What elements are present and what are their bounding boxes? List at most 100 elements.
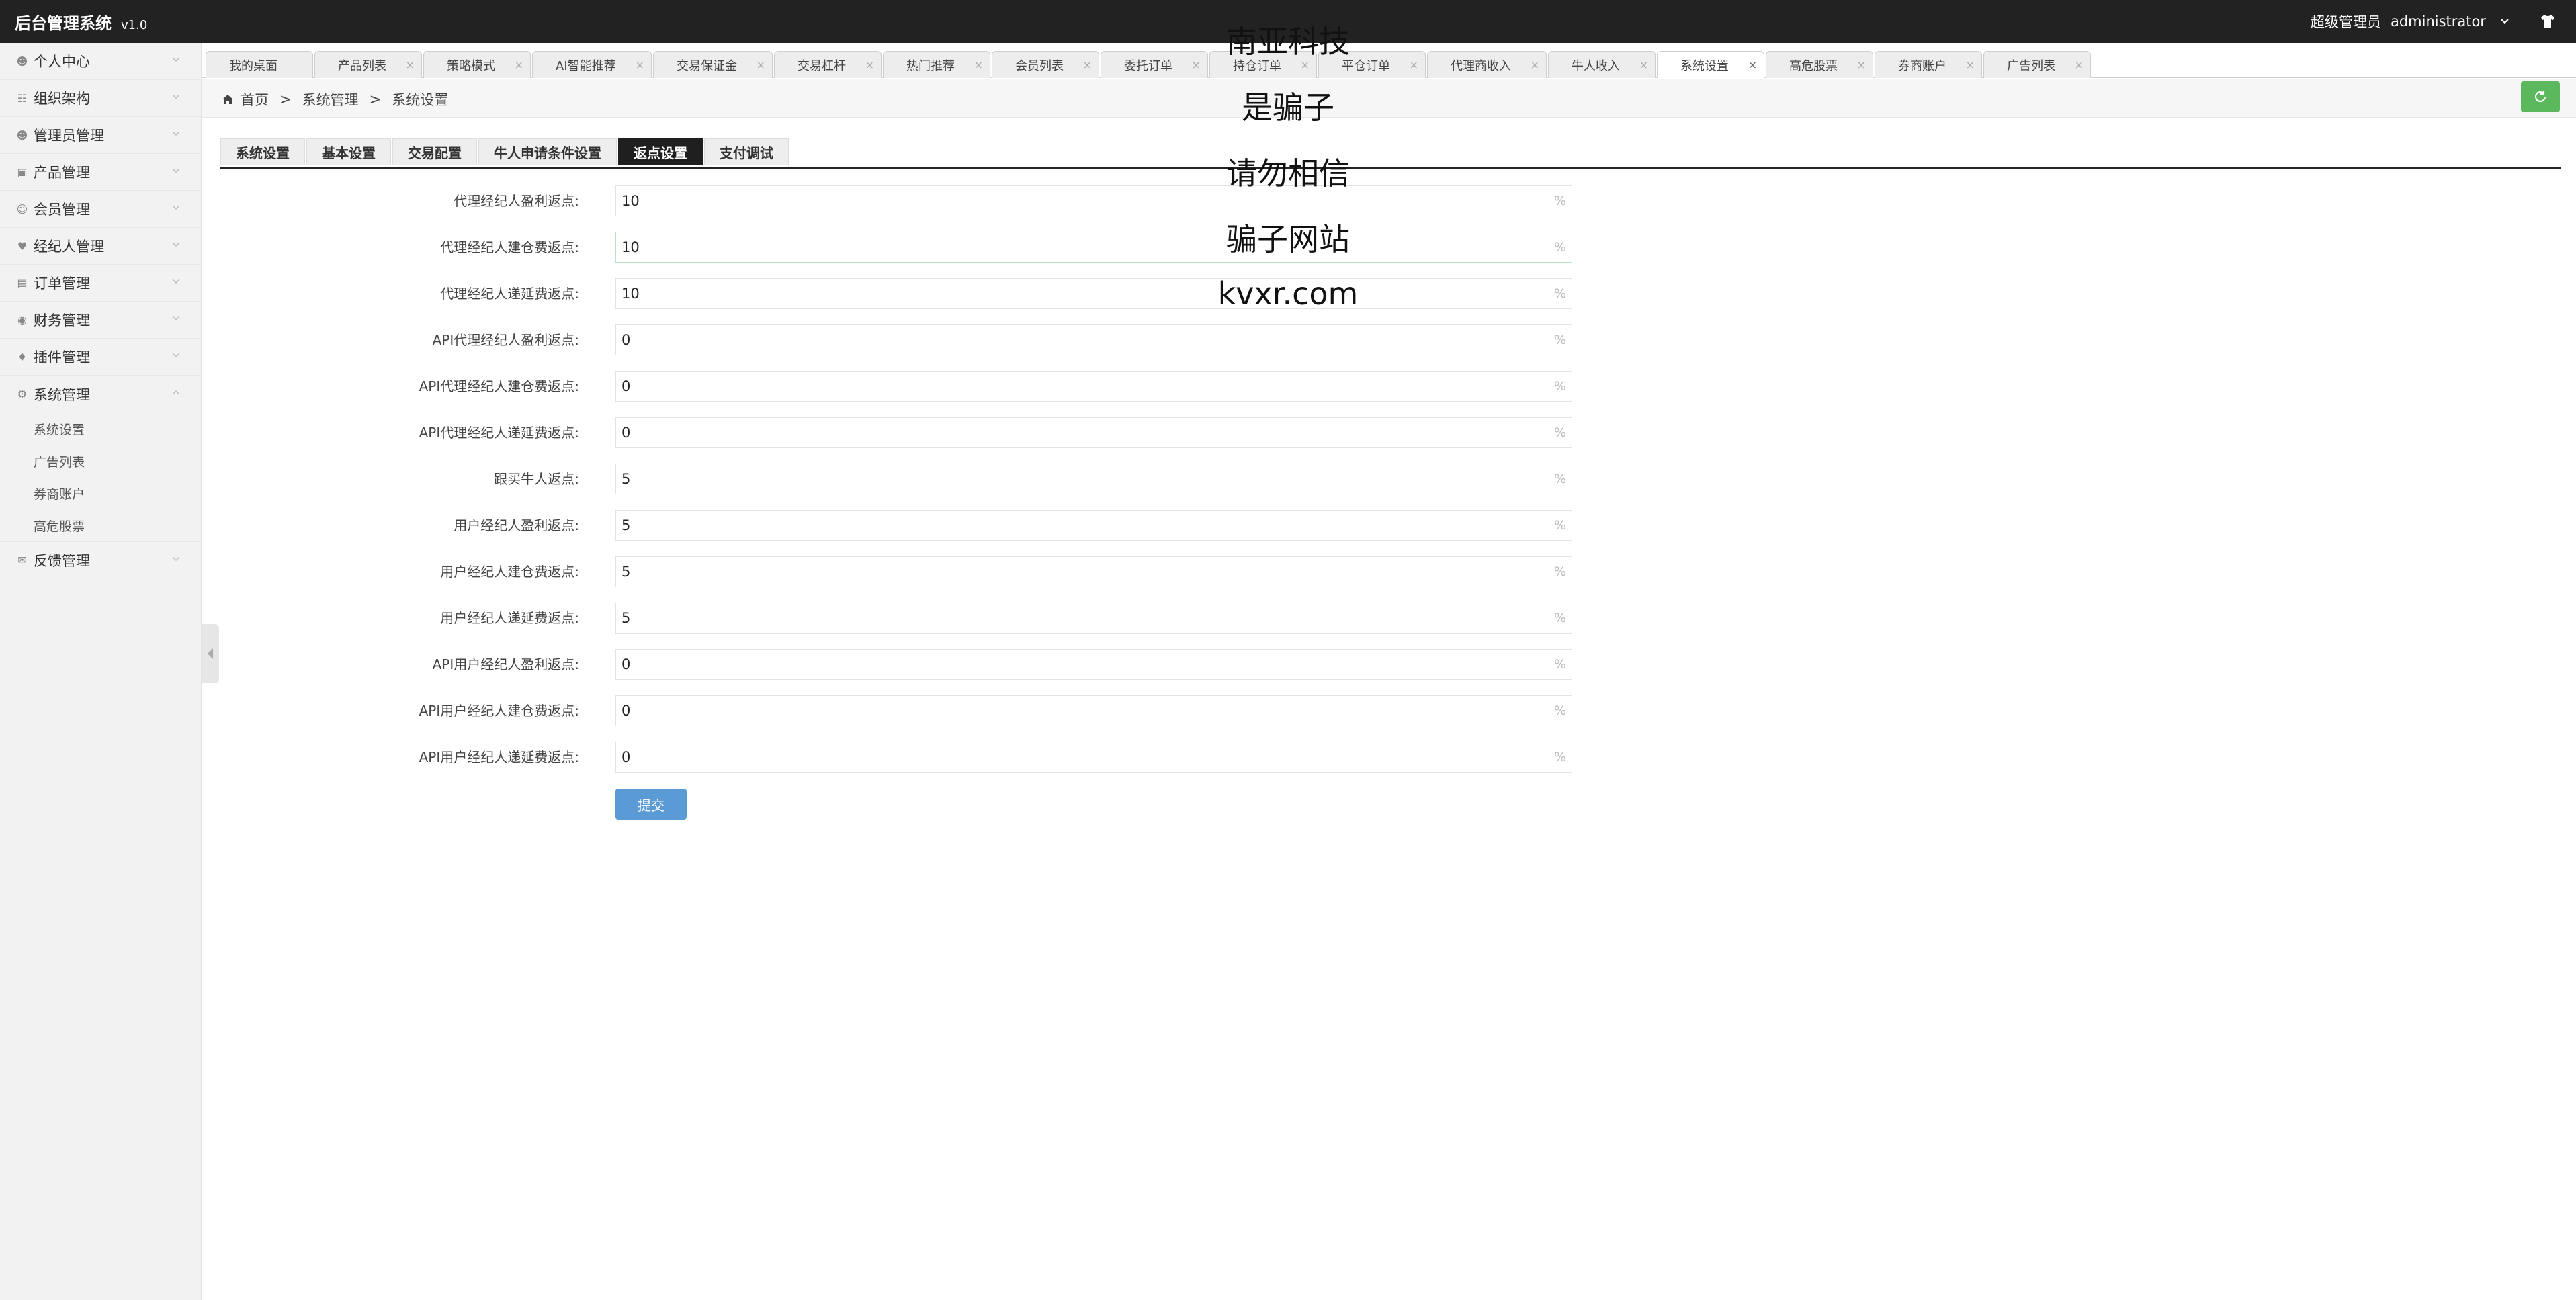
sidebar-item-personal[interactable]: ☻ 个人中心: [0, 43, 201, 80]
follow-expert-rebate-input[interactable]: [616, 464, 1549, 494]
sidebar-item-org[interactable]: ☷ 组织架构: [0, 80, 201, 117]
field-box: %: [615, 371, 1572, 402]
sidebar-subitem-ad-list[interactable]: 广告列表: [0, 445, 201, 477]
percent-unit: %: [1553, 657, 1567, 672]
tab-leverage[interactable]: 交易杠杆 ×: [774, 51, 882, 78]
sidebar-item-plugin[interactable]: ♦ 插件管理: [0, 339, 201, 376]
percent-unit: %: [1553, 564, 1567, 579]
close-icon[interactable]: ×: [1857, 58, 1866, 71]
tab-label: AI智能推荐: [556, 58, 616, 73]
close-icon[interactable]: ×: [1966, 58, 1975, 71]
breadcrumb-level2: 系统设置: [392, 92, 449, 108]
tab-strategy[interactable]: 策略模式 ×: [423, 51, 531, 78]
percent-unit: %: [1553, 518, 1567, 533]
close-icon[interactable]: ×: [865, 58, 874, 71]
settings-subtabs: 系统设置 基本设置 交易配置 牛人申请条件设置 返点设置 支付调试: [220, 138, 790, 165]
sidebar-item-order[interactable]: ▤ 订单管理: [0, 265, 201, 302]
chevron-down-icon: [172, 316, 180, 321]
sidebar-collapse-toggle[interactable]: [202, 624, 219, 683]
sidebar-subitem-system-settings[interactable]: 系统设置: [0, 413, 201, 445]
chevron-down-icon: [2501, 19, 2509, 24]
tab-label: 交易杠杆: [798, 58, 846, 73]
sidebar-item-feedback[interactable]: ✉ 反馈管理: [0, 541, 201, 578]
tab-label: 交易保证金: [677, 58, 737, 73]
chevron-down-icon: [172, 279, 180, 284]
subtab-basic-settings[interactable]: 基本设置: [306, 138, 391, 165]
close-icon[interactable]: ×: [406, 58, 415, 71]
api-agent-open-fee-rebate-input[interactable]: [616, 372, 1549, 401]
form-row: 用户经纪人建仓费返点: %: [220, 556, 1574, 587]
close-icon[interactable]: ×: [757, 58, 765, 71]
overlay-text: 南亚科技: [1226, 24, 1350, 60]
breadcrumb-separator: >: [369, 91, 382, 107]
tab-member-list[interactable]: 会员列表 ×: [992, 51, 1099, 78]
close-icon[interactable]: ×: [515, 58, 523, 71]
subtab-trade-config[interactable]: 交易配置: [392, 138, 477, 165]
tab-label: 系统设置: [1680, 58, 1729, 73]
api-user-broker-open-fee-rebate-input[interactable]: [616, 696, 1549, 726]
tab-margin[interactable]: 交易保证金 ×: [653, 51, 773, 78]
api-user-broker-profit-rebate-input[interactable]: [616, 650, 1549, 679]
finance-icon: ◉: [17, 313, 27, 327]
tab-risky-stocks[interactable]: 高危股票 ×: [1766, 51, 1873, 78]
tab-ai-recommend[interactable]: AI智能推荐 ×: [532, 51, 652, 78]
member-icon: ☺: [16, 202, 28, 216]
sidebar-item-product[interactable]: ▣ 产品管理: [0, 154, 201, 191]
close-icon[interactable]: ×: [1083, 58, 1092, 71]
sidebar-item-member[interactable]: ☺ 会员管理: [0, 191, 201, 228]
sidebar-item-label: 插件管理: [34, 349, 90, 365]
user-icon: ☻: [16, 54, 28, 68]
close-icon[interactable]: ×: [1748, 58, 1757, 71]
refresh-icon: [2534, 91, 2546, 103]
field-box: %: [615, 232, 1572, 263]
percent-unit: %: [1553, 379, 1567, 394]
sidebar-item-broker[interactable]: ♥ 经纪人管理: [0, 228, 201, 265]
api-agent-deferred-fee-rebate-input[interactable]: [616, 418, 1549, 447]
percent-unit: %: [1553, 472, 1567, 486]
chevron-down-icon: [172, 242, 180, 247]
field-label: 用户经纪人盈利返点:: [454, 517, 579, 533]
api-user-broker-deferred-fee-rebate-input[interactable]: [616, 742, 1549, 772]
close-icon[interactable]: ×: [974, 58, 983, 71]
refresh-button[interactable]: [2521, 81, 2560, 112]
sidebar-subitem-risky-stocks[interactable]: 高危股票: [0, 509, 201, 541]
subtab-payment-debug[interactable]: 支付调试: [704, 138, 789, 165]
tab-desktop[interactable]: 我的桌面: [206, 51, 313, 78]
sidebar-item-finance[interactable]: ◉ 财务管理: [0, 302, 201, 339]
field-label: 代理经纪人建仓费返点:: [440, 239, 579, 255]
subtab-rebate-settings[interactable]: 返点设置: [618, 138, 703, 165]
field-box: %: [615, 742, 1572, 773]
tab-expert-income[interactable]: 牛人收入 ×: [1548, 51, 1656, 78]
sidebar-item-label: 反馈管理: [34, 552, 90, 569]
breadcrumb-home[interactable]: 首页: [241, 89, 269, 110]
user-broker-deferred-fee-rebate-input[interactable]: [616, 603, 1549, 633]
field-label: API代理经纪人盈利返点:: [432, 332, 579, 348]
chevron-down-icon: [172, 131, 180, 136]
user-broker-open-fee-rebate-input[interactable]: [616, 557, 1549, 587]
api-agent-profit-rebate-input[interactable]: [616, 325, 1549, 355]
tab-hot[interactable]: 热门推荐 ×: [883, 51, 990, 78]
percent-unit: %: [1553, 333, 1567, 347]
tab-agent-income[interactable]: 代理商收入 ×: [1427, 51, 1547, 78]
tab-broker-account[interactable]: 券商账户 ×: [1875, 51, 1982, 78]
sidebar-subitem-broker-account[interactable]: 券商账户: [0, 477, 201, 509]
sidebar-item-system[interactable]: ⚙ 系统管理: [0, 376, 201, 413]
sidebar-item-label: 会员管理: [34, 202, 90, 218]
user-broker-profit-rebate-input[interactable]: [616, 511, 1549, 540]
breadcrumb-level1[interactable]: 系统管理: [302, 89, 359, 110]
close-icon[interactable]: ×: [636, 58, 644, 71]
sidebar-item-label: 财务管理: [34, 312, 90, 329]
user-menu[interactable]: 超级管理员 administrator: [2311, 0, 2510, 43]
sidebar-item-admin[interactable]: ☻ 管理员管理: [0, 117, 201, 154]
tab-system-settings[interactable]: 系统设置 ×: [1657, 51, 1764, 78]
theme-shirt-icon[interactable]: [2538, 12, 2557, 31]
close-icon[interactable]: ×: [1639, 58, 1648, 71]
submit-button[interactable]: 提交: [615, 789, 687, 820]
close-icon[interactable]: ×: [2075, 58, 2084, 71]
tab-product-list[interactable]: 产品列表 ×: [314, 51, 422, 78]
close-icon[interactable]: ×: [1531, 58, 1539, 71]
subtab-system-settings[interactable]: 系统设置: [220, 138, 305, 165]
tab-ad-list[interactable]: 广告列表 ×: [1983, 51, 2091, 78]
subtab-expert-apply[interactable]: 牛人申请条件设置: [478, 138, 617, 165]
breadcrumb: 首页 > 系统管理 > 系统设置: [222, 89, 448, 110]
